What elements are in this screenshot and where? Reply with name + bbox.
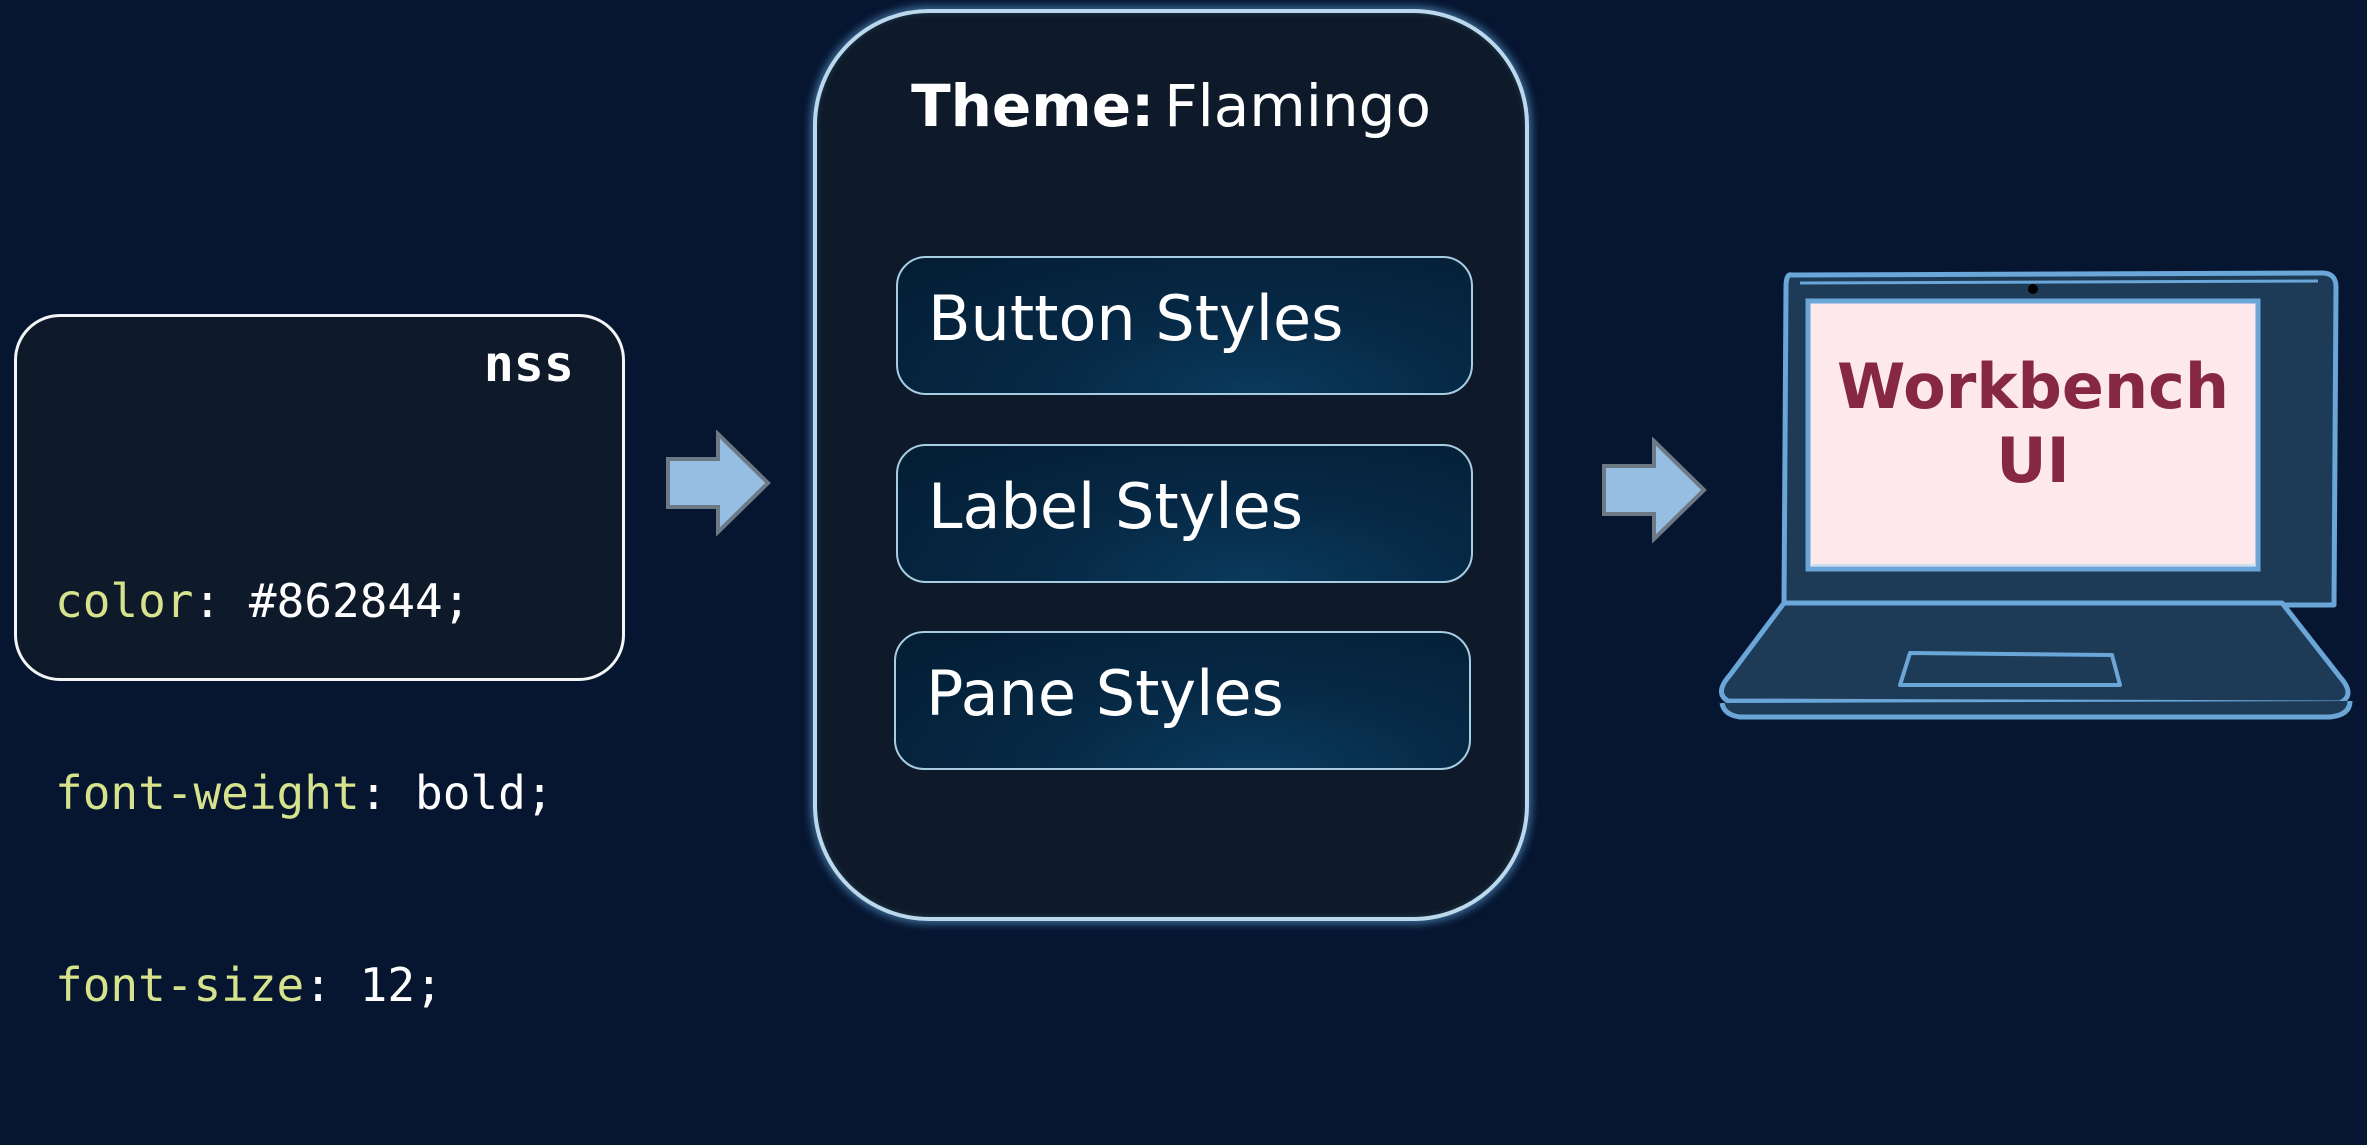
code-value: : bold; bbox=[359, 766, 554, 820]
laptop-icon bbox=[1719, 270, 2353, 720]
screen-title-line2: UI bbox=[1996, 424, 2070, 497]
code-value: : 12; bbox=[304, 958, 443, 1012]
nss-code-block: color: #862844; font-weight: bold; font-… bbox=[55, 441, 554, 1145]
label-styles-box: Label Styles bbox=[896, 444, 1473, 583]
nss-card-title: nss bbox=[483, 335, 574, 393]
pane-styles-box: Pane Styles bbox=[894, 631, 1471, 770]
laptop-screen-text: Workbench UI bbox=[1808, 350, 2258, 498]
nss-code-card: nss color: #862844; font-weight: bold; f… bbox=[14, 314, 625, 1012]
style-box-label: Label Styles bbox=[928, 470, 1303, 543]
code-line-font-weight: font-weight: bold; bbox=[55, 761, 554, 825]
theme-panel: Theme: Flamingo Button Styles Label Style… bbox=[813, 9, 1529, 921]
code-property: font-size bbox=[55, 958, 305, 1012]
style-box-label: Pane Styles bbox=[926, 657, 1284, 730]
theme-name: Flamingo bbox=[1164, 72, 1431, 140]
code-value: : #862844; bbox=[193, 574, 471, 628]
code-line-color: color: #862844; bbox=[55, 569, 554, 633]
button-styles-box: Button Styles bbox=[896, 256, 1473, 395]
theme-title: Theme: Flamingo bbox=[817, 77, 1525, 135]
trackpad bbox=[1898, 651, 2122, 687]
screen-title-line1: Workbench bbox=[1836, 350, 2230, 423]
theme-label: Theme: bbox=[911, 72, 1155, 140]
right-arrow-icon bbox=[666, 430, 771, 536]
right-arrow-icon bbox=[1602, 437, 1707, 543]
code-line-font-size: font-size: 12; bbox=[55, 953, 554, 1017]
code-property: color bbox=[55, 574, 194, 628]
code-property: font-weight bbox=[55, 766, 360, 820]
webcam-icon bbox=[2028, 284, 2038, 294]
style-box-label: Button Styles bbox=[928, 282, 1344, 355]
